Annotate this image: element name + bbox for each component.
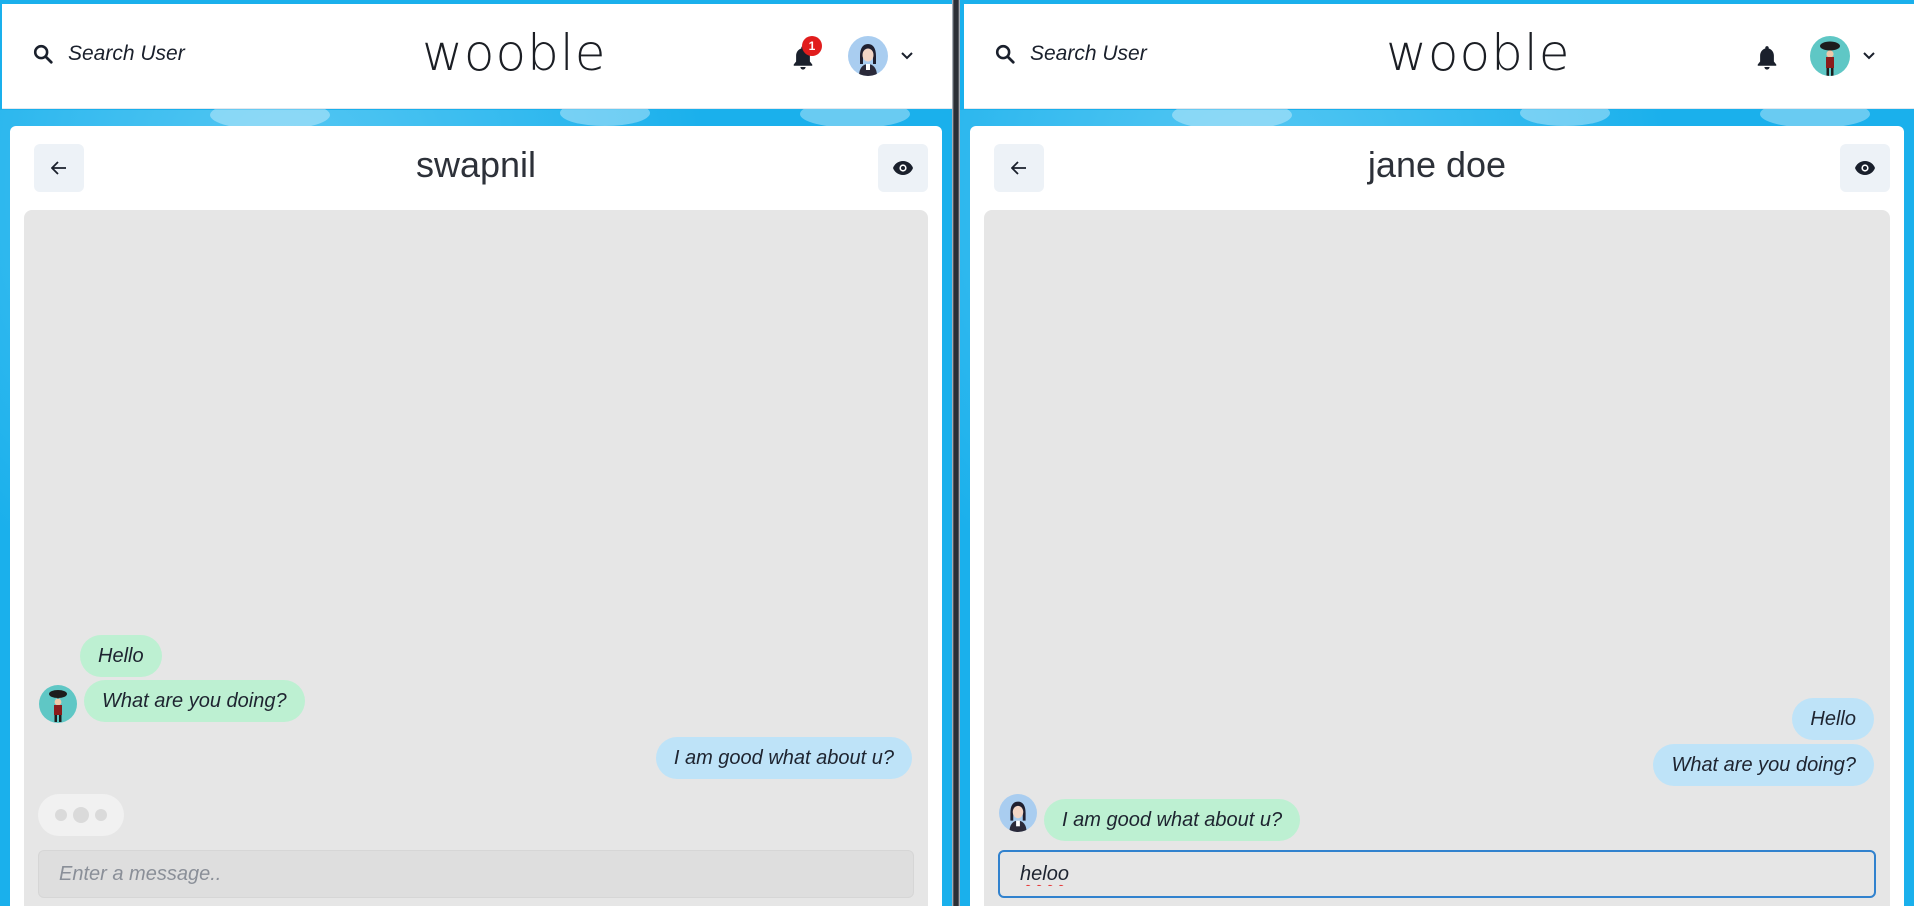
chat-header: swapnil <box>10 126 942 210</box>
notification-badge: 1 <box>802 36 822 56</box>
search-icon <box>994 43 1016 65</box>
notifications-button[interactable]: 1 <box>790 36 822 77</box>
sender-avatar <box>39 685 77 723</box>
top-bar: Search User wooble 1 <box>2 4 952 109</box>
message-bubble: What are you doing? <box>1653 744 1874 786</box>
eye-icon <box>893 161 913 175</box>
message-bubble: Hello <box>80 635 162 677</box>
chat-header: jane doe <box>970 126 1904 210</box>
message-bubble: I am good what about u? <box>1044 799 1301 841</box>
left-chat-window: Search User wooble 1 swapnil Hello What … <box>0 0 952 906</box>
message-list: Hello What are you doing? I am good what… <box>984 210 1890 906</box>
chat-card: swapnil Hello What are you doing? I am g… <box>10 126 942 906</box>
search-icon <box>32 43 54 65</box>
notifications-button[interactable] <box>1754 44 1780 77</box>
avatar <box>1810 36 1850 76</box>
window-divider <box>952 0 960 906</box>
search-user-button[interactable]: Search User <box>994 42 1147 66</box>
search-user-button[interactable]: Search User <box>32 42 185 66</box>
typing-dot <box>95 809 107 821</box>
typing-dot <box>73 807 89 823</box>
top-bar: Search User wooble <box>964 4 1914 109</box>
message-list: Hello What are you doing? I am good what… <box>24 210 928 906</box>
message-bubble: Hello <box>1792 698 1874 740</box>
view-profile-button[interactable] <box>878 144 928 192</box>
chat-title: jane doe <box>1367 144 1507 185</box>
message-bubble: What are you doing? <box>84 680 305 722</box>
dual-browser-screen: Search User wooble 1 swapnil Hello What … <box>0 0 1914 906</box>
bell-icon <box>1757 46 1777 70</box>
sender-avatar <box>999 794 1037 832</box>
search-user-label: Search User <box>1030 42 1147 65</box>
message-bubble: I am good what about u? <box>655 737 912 779</box>
wooble-logo: wooble <box>422 24 607 82</box>
eye-icon <box>1855 161 1875 175</box>
message-input[interactable] <box>38 850 914 898</box>
profile-menu-button[interactable] <box>1810 36 1876 76</box>
typing-indicator <box>38 794 124 836</box>
message-input[interactable] <box>998 850 1876 898</box>
chat-card: jane doe Hello What are you doing? I am … <box>970 126 1904 906</box>
chevron-down-icon <box>1863 52 1875 60</box>
right-chat-window: Search User wooble jane doe Hello What a… <box>960 0 1914 906</box>
wooble-logo: wooble <box>1386 24 1571 82</box>
chevron-down-icon <box>901 52 913 60</box>
profile-menu-button[interactable] <box>848 36 914 76</box>
chat-title: swapnil <box>415 144 537 185</box>
typing-dot <box>55 809 67 821</box>
avatar <box>848 36 888 76</box>
search-user-label: Search User <box>68 42 185 65</box>
view-profile-button[interactable] <box>1840 144 1890 192</box>
